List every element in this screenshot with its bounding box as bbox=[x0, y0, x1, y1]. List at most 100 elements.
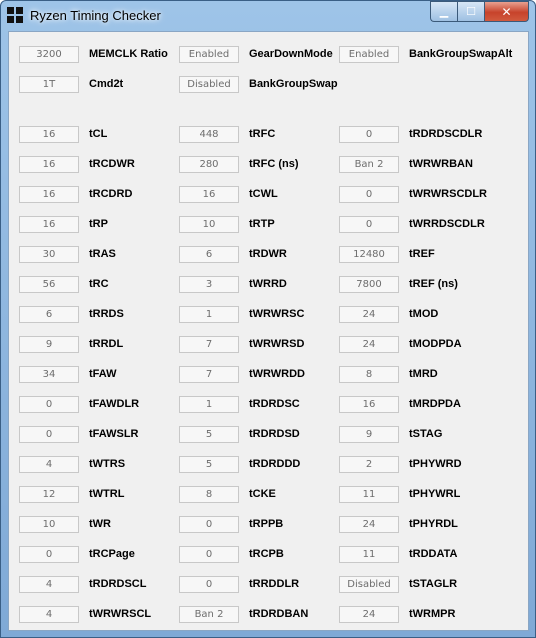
tras-label: tRAS bbox=[89, 248, 116, 260]
trfc-ns-label: tRFC (ns) bbox=[249, 158, 299, 170]
trdrddd-value[interactable]: 5 bbox=[179, 456, 239, 473]
trp-label: tRP bbox=[89, 218, 108, 230]
trtp-value[interactable]: 10 bbox=[179, 216, 239, 233]
cmd2t-value[interactable]: 1T bbox=[19, 76, 79, 93]
trp-value[interactable]: 16 bbox=[19, 216, 79, 233]
close-button[interactable]: ✕ bbox=[484, 1, 529, 22]
memclk-ratio-label: MEMCLK Ratio bbox=[89, 48, 168, 60]
trrdl-label: tRRDL bbox=[89, 338, 124, 350]
twtrl-label: tWTRL bbox=[89, 488, 125, 500]
tref-value[interactable]: 12480 bbox=[339, 246, 399, 263]
trcdwr-label: tRCDWR bbox=[89, 158, 135, 170]
tmod-value[interactable]: 24 bbox=[339, 306, 399, 323]
tphywrd-label: tPHYWRD bbox=[409, 458, 462, 470]
tcke-value[interactable]: 8 bbox=[179, 486, 239, 503]
geardownmode-label: GearDownMode bbox=[249, 48, 333, 60]
geardownmode-value[interactable]: Enabled bbox=[179, 46, 239, 63]
twrrdscdlr-label: tWRRDSCDLR bbox=[409, 218, 485, 230]
trrdl-value[interactable]: 9 bbox=[19, 336, 79, 353]
twrwrban-value[interactable]: Ban 2 bbox=[339, 156, 399, 173]
bankgroupswap-value[interactable]: Disabled bbox=[179, 76, 239, 93]
twrwrsc-value[interactable]: 1 bbox=[179, 306, 239, 323]
title-bar[interactable]: Ryzen Timing Checker ▁ ☐ ✕ bbox=[1, 1, 535, 31]
twtrl-value[interactable]: 12 bbox=[19, 486, 79, 503]
maximize-button[interactable]: ☐ bbox=[457, 1, 484, 22]
trcpage-value[interactable]: 0 bbox=[19, 546, 79, 563]
trcpb-label: tRCPB bbox=[249, 548, 284, 560]
minimize-icon: ▁ bbox=[439, 5, 449, 18]
tstaglr-value[interactable]: Disabled bbox=[339, 576, 399, 593]
tfawdlr-label: tFAWDLR bbox=[89, 398, 140, 410]
trcpb-value[interactable]: 0 bbox=[179, 546, 239, 563]
tmodpda-value[interactable]: 24 bbox=[339, 336, 399, 353]
twrwrban-label: tWRWRBAN bbox=[409, 158, 473, 170]
twrrd-value[interactable]: 3 bbox=[179, 276, 239, 293]
minimize-button[interactable]: ▁ bbox=[430, 1, 457, 22]
tphyrdl-value[interactable]: 24 bbox=[339, 516, 399, 533]
tref-ns-value[interactable]: 7800 bbox=[339, 276, 399, 293]
tfawslr-value[interactable]: 0 bbox=[19, 426, 79, 443]
trrds-value[interactable]: 6 bbox=[19, 306, 79, 323]
tmrdpda-label: tMRDPDA bbox=[409, 398, 461, 410]
twtrs-value[interactable]: 4 bbox=[19, 456, 79, 473]
tphywrd-value[interactable]: 2 bbox=[339, 456, 399, 473]
tcl-value[interactable]: 16 bbox=[19, 126, 79, 143]
tmrd-value[interactable]: 8 bbox=[339, 366, 399, 383]
twrrd-label: tWRRD bbox=[249, 278, 287, 290]
twrwrscdlr-label: tWRWRSCDLR bbox=[409, 188, 488, 200]
tcke-label: tCKE bbox=[249, 488, 276, 500]
maximize-icon: ☐ bbox=[466, 5, 476, 18]
tras-value[interactable]: 30 bbox=[19, 246, 79, 263]
twrmpr-value[interactable]: 24 bbox=[339, 606, 399, 623]
twrwrscdlr-value[interactable]: 0 bbox=[339, 186, 399, 203]
trdrdsc-value[interactable]: 1 bbox=[179, 396, 239, 413]
trcdrd-value[interactable]: 16 bbox=[19, 186, 79, 203]
cmd2t-label: Cmd2t bbox=[89, 78, 124, 90]
trfc-ns-value[interactable]: 280 bbox=[179, 156, 239, 173]
trtp-label: tRTP bbox=[249, 218, 275, 230]
memclk-ratio-value[interactable]: 3200 bbox=[19, 46, 79, 63]
trfc-value[interactable]: 448 bbox=[179, 126, 239, 143]
twr-value[interactable]: 10 bbox=[19, 516, 79, 533]
twrwrdd-value[interactable]: 7 bbox=[179, 366, 239, 383]
tstag-value[interactable]: 9 bbox=[339, 426, 399, 443]
trcdwr-value[interactable]: 16 bbox=[19, 156, 79, 173]
tmod-label: tMOD bbox=[409, 308, 439, 320]
window-controls: ▁ ☐ ✕ bbox=[430, 1, 529, 22]
trcpage-label: tRCPage bbox=[89, 548, 135, 560]
trcdrd-label: tRCDRD bbox=[89, 188, 133, 200]
trrddlr-value[interactable]: 0 bbox=[179, 576, 239, 593]
twrwrsd-value[interactable]: 7 bbox=[179, 336, 239, 353]
twr-label: tWR bbox=[89, 518, 111, 530]
trrds-label: tRRDS bbox=[89, 308, 124, 320]
trfc-label: tRFC bbox=[249, 128, 276, 140]
trc-value[interactable]: 56 bbox=[19, 276, 79, 293]
app-window: Ryzen Timing Checker ▁ ☐ ✕ 3200 MEMCLK Ra… bbox=[0, 0, 536, 638]
trddata-value[interactable]: 11 bbox=[339, 546, 399, 563]
twrwrscl-value[interactable]: 4 bbox=[19, 606, 79, 623]
tfawdlr-value[interactable]: 0 bbox=[19, 396, 79, 413]
tcwl-value[interactable]: 16 bbox=[179, 186, 239, 203]
tstag-label: tSTAG bbox=[409, 428, 443, 440]
trppb-label: tRPPB bbox=[249, 518, 284, 530]
twrrdscdlr-value[interactable]: 0 bbox=[339, 216, 399, 233]
tphyrdl-label: tPHYRDL bbox=[409, 518, 458, 530]
twrwrdd-label: tWRWRDD bbox=[249, 368, 306, 380]
trdrdsd-value[interactable]: 5 bbox=[179, 426, 239, 443]
trdwr-value[interactable]: 6 bbox=[179, 246, 239, 263]
tref-ns-label: tREF (ns) bbox=[409, 278, 458, 290]
twrmpr-label: tWRMPR bbox=[409, 608, 456, 620]
trppb-value[interactable]: 0 bbox=[179, 516, 239, 533]
tcl-label: tCL bbox=[89, 128, 108, 140]
trdrdscl-value[interactable]: 4 bbox=[19, 576, 79, 593]
tfaw-value[interactable]: 34 bbox=[19, 366, 79, 383]
trdrdscdlr-value[interactable]: 0 bbox=[339, 126, 399, 143]
window-title: Ryzen Timing Checker bbox=[30, 8, 161, 23]
trdrdban-value[interactable]: Ban 2 bbox=[179, 606, 239, 623]
twtrs-label: tWTRS bbox=[89, 458, 126, 470]
tmodpda-label: tMODPDA bbox=[409, 338, 462, 350]
bankgroupswapalt-value[interactable]: Enabled bbox=[339, 46, 399, 63]
tfawslr-label: tFAWSLR bbox=[89, 428, 139, 440]
tphywrl-value[interactable]: 11 bbox=[339, 486, 399, 503]
tmrdpda-value[interactable]: 16 bbox=[339, 396, 399, 413]
